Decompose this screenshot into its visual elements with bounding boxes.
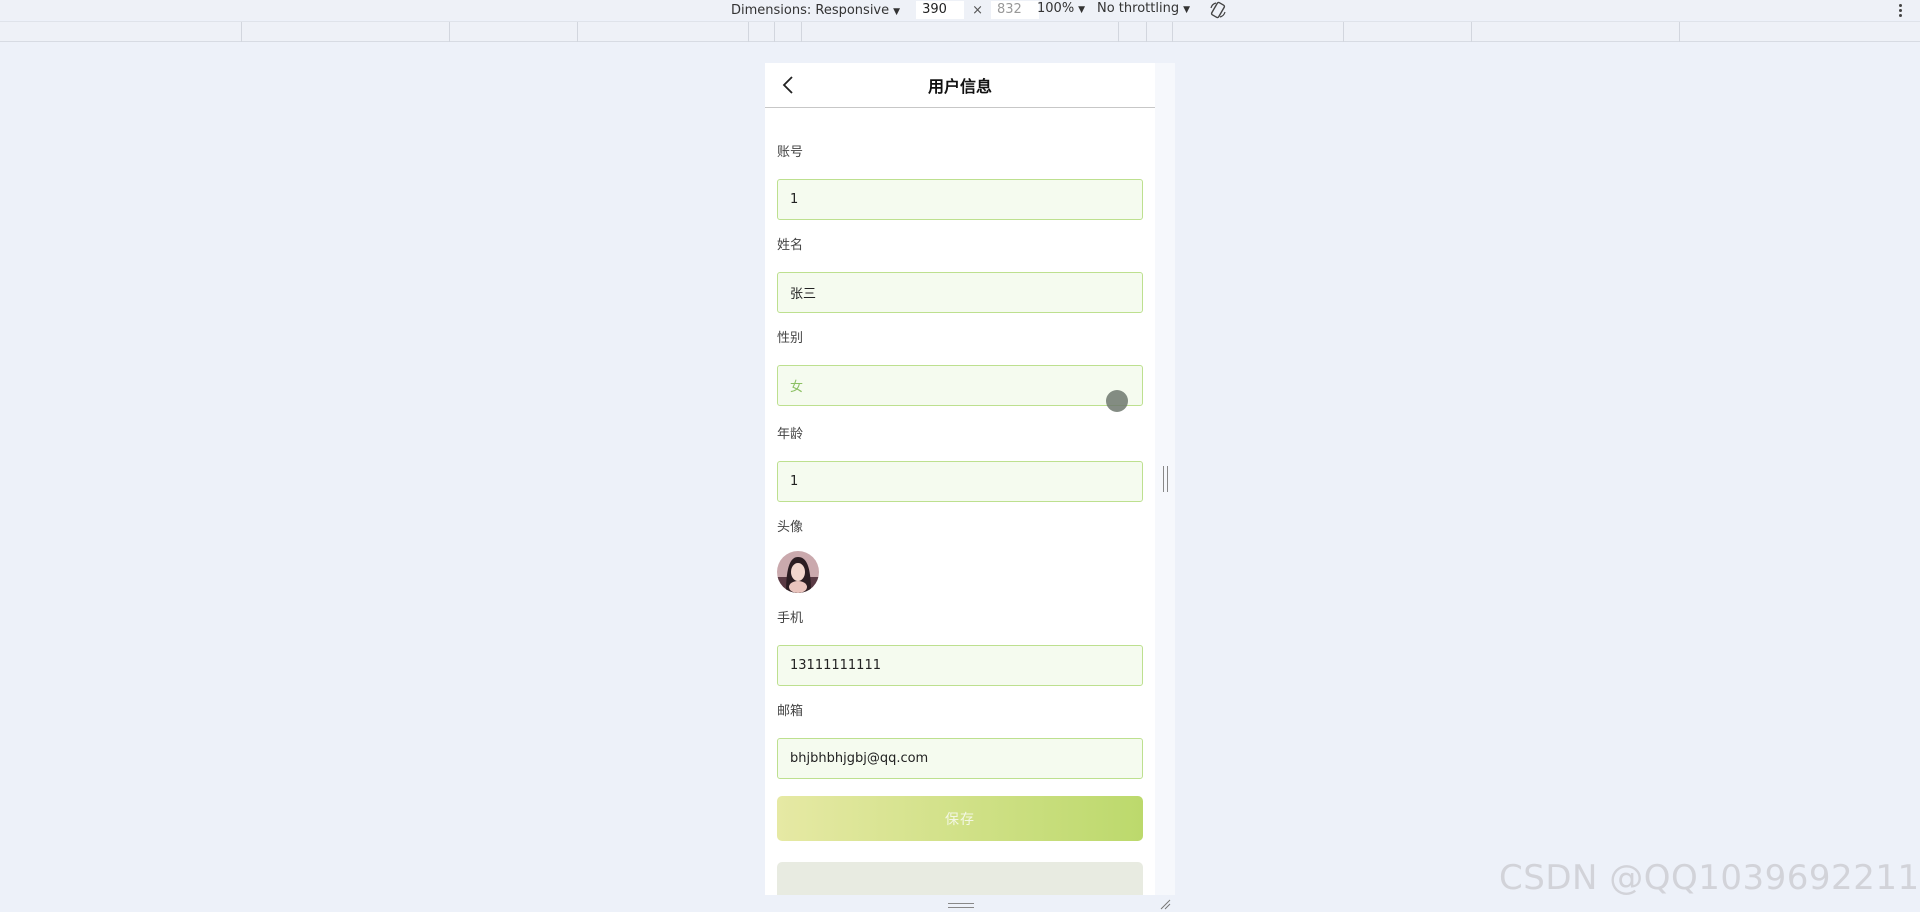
- width-input[interactable]: 390: [916, 1, 965, 19]
- email-label: 邮箱: [777, 704, 804, 719]
- nav-bar: 用户信息: [765, 63, 1155, 108]
- back-arrow-icon[interactable]: [777, 73, 801, 97]
- device-viewport: 用户信息 账号 1 姓名 张三 性别 女 年龄 1 头像 手机 13111111…: [765, 63, 1155, 895]
- email-group: 邮箱 bhjbhbhjgbj@qq.com: [777, 703, 1143, 779]
- ruler-segment[interactable]: [241, 22, 242, 42]
- ruler-segment[interactable]: [1679, 22, 1680, 42]
- secondary-button[interactable]: [777, 862, 1143, 895]
- height-input[interactable]: 832: [990, 1, 1039, 19]
- rotate-icon[interactable]: [1208, 0, 1228, 20]
- account-field[interactable]: 1: [777, 179, 1143, 220]
- right-resize-handle[interactable]: [1163, 466, 1168, 492]
- user-info-form: 账号 1 姓名 张三 性别 女 年龄 1 头像 手机 13111111111 邮…: [765, 108, 1155, 895]
- avatar-label: 头像: [777, 520, 804, 535]
- phone-field[interactable]: 13111111111: [777, 645, 1143, 686]
- ruler-segment[interactable]: [748, 22, 749, 42]
- dimensions-dropdown[interactable]: Dimensions: Responsive ▼: [731, 3, 900, 18]
- name-group: 姓名 张三: [777, 237, 1143, 313]
- page-title: 用户信息: [927, 77, 992, 96]
- caret-down-icon: ▼: [1183, 5, 1190, 15]
- media-query-ruler: [0, 21, 1920, 42]
- save-button[interactable]: 保存: [777, 796, 1143, 841]
- ruler-segment[interactable]: [1343, 22, 1344, 42]
- account-group: 账号 1: [777, 144, 1143, 220]
- bottom-resize-handle[interactable]: [948, 903, 974, 908]
- age-group: 年龄 1: [777, 426, 1143, 502]
- dimensions-group: Dimensions: Responsive ▼ 390 × 832: [731, 1, 1039, 19]
- gender-group: 性别 女: [777, 330, 1143, 412]
- zoom-dropdown[interactable]: 100% ▼: [1037, 1, 1085, 16]
- ruler-segment[interactable]: [1172, 22, 1173, 42]
- ruler-segment[interactable]: [1118, 22, 1119, 42]
- age-label: 年龄: [777, 427, 804, 442]
- throttling-dropdown[interactable]: No throttling ▼: [1097, 1, 1190, 16]
- gender-picker[interactable]: 女: [777, 365, 1143, 412]
- name-field[interactable]: 张三: [777, 272, 1143, 313]
- ruler-segment[interactable]: [449, 22, 450, 42]
- times-sign: ×: [972, 2, 983, 18]
- avatar-group: 头像: [777, 519, 1143, 593]
- zoom-label: 100%: [1037, 1, 1075, 16]
- ruler-segment[interactable]: [801, 22, 802, 42]
- throttling-label: No throttling: [1097, 1, 1180, 16]
- avatar[interactable]: [777, 551, 819, 593]
- more-options-icon[interactable]: [1894, 0, 1906, 20]
- touch-cursor: [1106, 390, 1128, 412]
- corner-resize-icon[interactable]: [1159, 898, 1171, 910]
- ruler-segment[interactable]: [1471, 22, 1472, 42]
- age-field[interactable]: 1: [777, 461, 1143, 502]
- avatar-image: [777, 551, 819, 593]
- dimensions-label: Dimensions: Responsive: [731, 2, 890, 18]
- watermark: CSDN @QQ1039692211: [1499, 858, 1920, 898]
- gender-value: 女: [790, 380, 804, 395]
- phone-label: 手机: [777, 611, 804, 626]
- phone-group: 手机 13111111111: [777, 610, 1143, 686]
- ruler-segment[interactable]: [1146, 22, 1147, 42]
- ruler-segment[interactable]: [774, 22, 775, 42]
- gender-label: 性别: [777, 331, 804, 346]
- email-field[interactable]: bhjbhbhjgbj@qq.com: [777, 738, 1143, 779]
- name-label: 姓名: [777, 238, 804, 253]
- caret-down-icon: ▼: [1078, 5, 1086, 15]
- ruler-segment[interactable]: [577, 22, 578, 42]
- caret-down-icon: ▼: [893, 6, 901, 17]
- account-label: 账号: [777, 145, 804, 160]
- devtools-device-toolbar: Dimensions: Responsive ▼ 390 × 832 100% ▼ …: [0, 0, 1920, 20]
